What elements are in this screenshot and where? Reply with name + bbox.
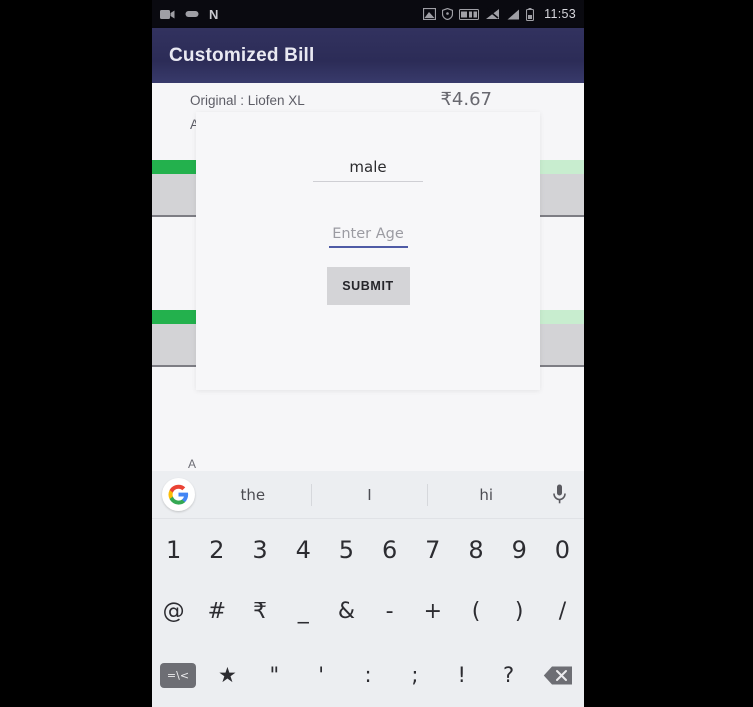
suggestion-item-3[interactable]: hi: [428, 486, 544, 504]
screenshot-root: N 11:53 Customized Bill Original: Liofe…: [0, 0, 753, 707]
key-0[interactable]: 0: [541, 538, 584, 562]
suggestion-strip: the I hi: [152, 471, 584, 519]
page-title: Customized Bill: [169, 44, 315, 66]
key-2[interactable]: 2: [195, 538, 238, 562]
symbol-toggle-key[interactable]: =\<: [152, 662, 204, 688]
gender-spinner-underline: [313, 181, 423, 182]
key-6[interactable]: 6: [368, 538, 411, 562]
key-4[interactable]: 4: [282, 538, 325, 562]
bill-row-original: Original : Liofen XL ₹4.67: [152, 83, 584, 113]
key-paren-close[interactable]: ): [498, 601, 541, 623]
key-semicolon[interactable]: ;: [391, 664, 438, 686]
backspace-key[interactable]: [532, 665, 584, 686]
gender-spinner[interactable]: male: [313, 158, 423, 182]
age-input[interactable]: Enter Age: [328, 226, 408, 248]
status-bar-right-icons: 11:53: [423, 7, 576, 21]
signal-icon: [486, 8, 500, 19]
battery-icon: [526, 7, 535, 21]
keyboard-row-symbols: @ # ₹ _ & - + ( ) /: [152, 581, 584, 643]
key-colon[interactable]: :: [345, 664, 392, 686]
key-ampersand[interactable]: &: [325, 601, 368, 623]
screenshot-icon: [423, 8, 437, 20]
key-paren-open[interactable]: (: [454, 601, 497, 623]
key-hash[interactable]: #: [195, 601, 238, 623]
microphone-icon[interactable]: [544, 484, 574, 505]
signal-bars-icon: [507, 9, 520, 19]
data-saver-icon: [459, 8, 480, 20]
google-logo-icon[interactable]: [162, 478, 195, 511]
key-double-quote[interactable]: ": [251, 664, 298, 686]
shield-icon: [442, 8, 454, 20]
key-rupee[interactable]: ₹: [238, 601, 281, 623]
patient-input-dialog: male Enter Age SUBMIT: [196, 112, 540, 390]
key-plus[interactable]: +: [411, 601, 454, 623]
key-slash[interactable]: /: [541, 601, 584, 623]
age-input-underline: [328, 246, 408, 248]
symbol-toggle-label: =\<: [160, 662, 196, 688]
key-star[interactable]: ★: [204, 664, 251, 686]
backspace-icon: [543, 666, 573, 684]
key-underscore[interactable]: _: [282, 601, 325, 623]
age-input-placeholder: Enter Age: [332, 226, 404, 242]
key-at[interactable]: @: [152, 601, 195, 623]
submit-button[interactable]: SUBMIT: [326, 267, 410, 305]
keyboard-row-numbers: 1 2 3 4 5 6 7 8 9 0: [152, 519, 584, 581]
phone-screen: N 11:53 Customized Bill Original: Liofe…: [152, 0, 584, 707]
suggestion-list: the I hi: [195, 483, 544, 506]
status-bar: N 11:53: [152, 0, 584, 28]
status-bar-left-icons: N: [160, 8, 218, 21]
key-8[interactable]: 8: [454, 538, 497, 562]
key-1[interactable]: 1: [152, 538, 195, 562]
status-bar-clock: 11:53: [544, 7, 576, 21]
suggestion-item-2[interactable]: I: [312, 486, 428, 504]
key-3[interactable]: 3: [238, 538, 281, 562]
key-single-quote[interactable]: ': [298, 664, 345, 686]
original-drug-label: Original : Liofen XL: [190, 93, 305, 108]
key-minus[interactable]: -: [368, 601, 411, 623]
app-bar: Customized Bill: [152, 28, 584, 83]
on-screen-keyboard: the I hi 1 2 3 4 5 6 7 8 9 0 @ # ₹ _ & -…: [152, 471, 584, 707]
key-exclamation[interactable]: !: [438, 664, 485, 686]
capsule-icon: [185, 11, 199, 17]
original-drug-price: ₹4.67: [440, 89, 492, 110]
key-5[interactable]: 5: [325, 538, 368, 562]
netflix-n-icon: N: [209, 6, 219, 22]
video-camera-icon: [160, 9, 175, 19]
suggestion-item-1[interactable]: the: [195, 486, 311, 504]
key-9[interactable]: 9: [498, 538, 541, 562]
gender-spinner-value: male: [349, 158, 387, 176]
key-question[interactable]: ?: [485, 664, 532, 686]
key-7[interactable]: 7: [411, 538, 454, 562]
keyboard-row-punctuation: =\< ★ " ' : ; ! ?: [152, 643, 584, 707]
